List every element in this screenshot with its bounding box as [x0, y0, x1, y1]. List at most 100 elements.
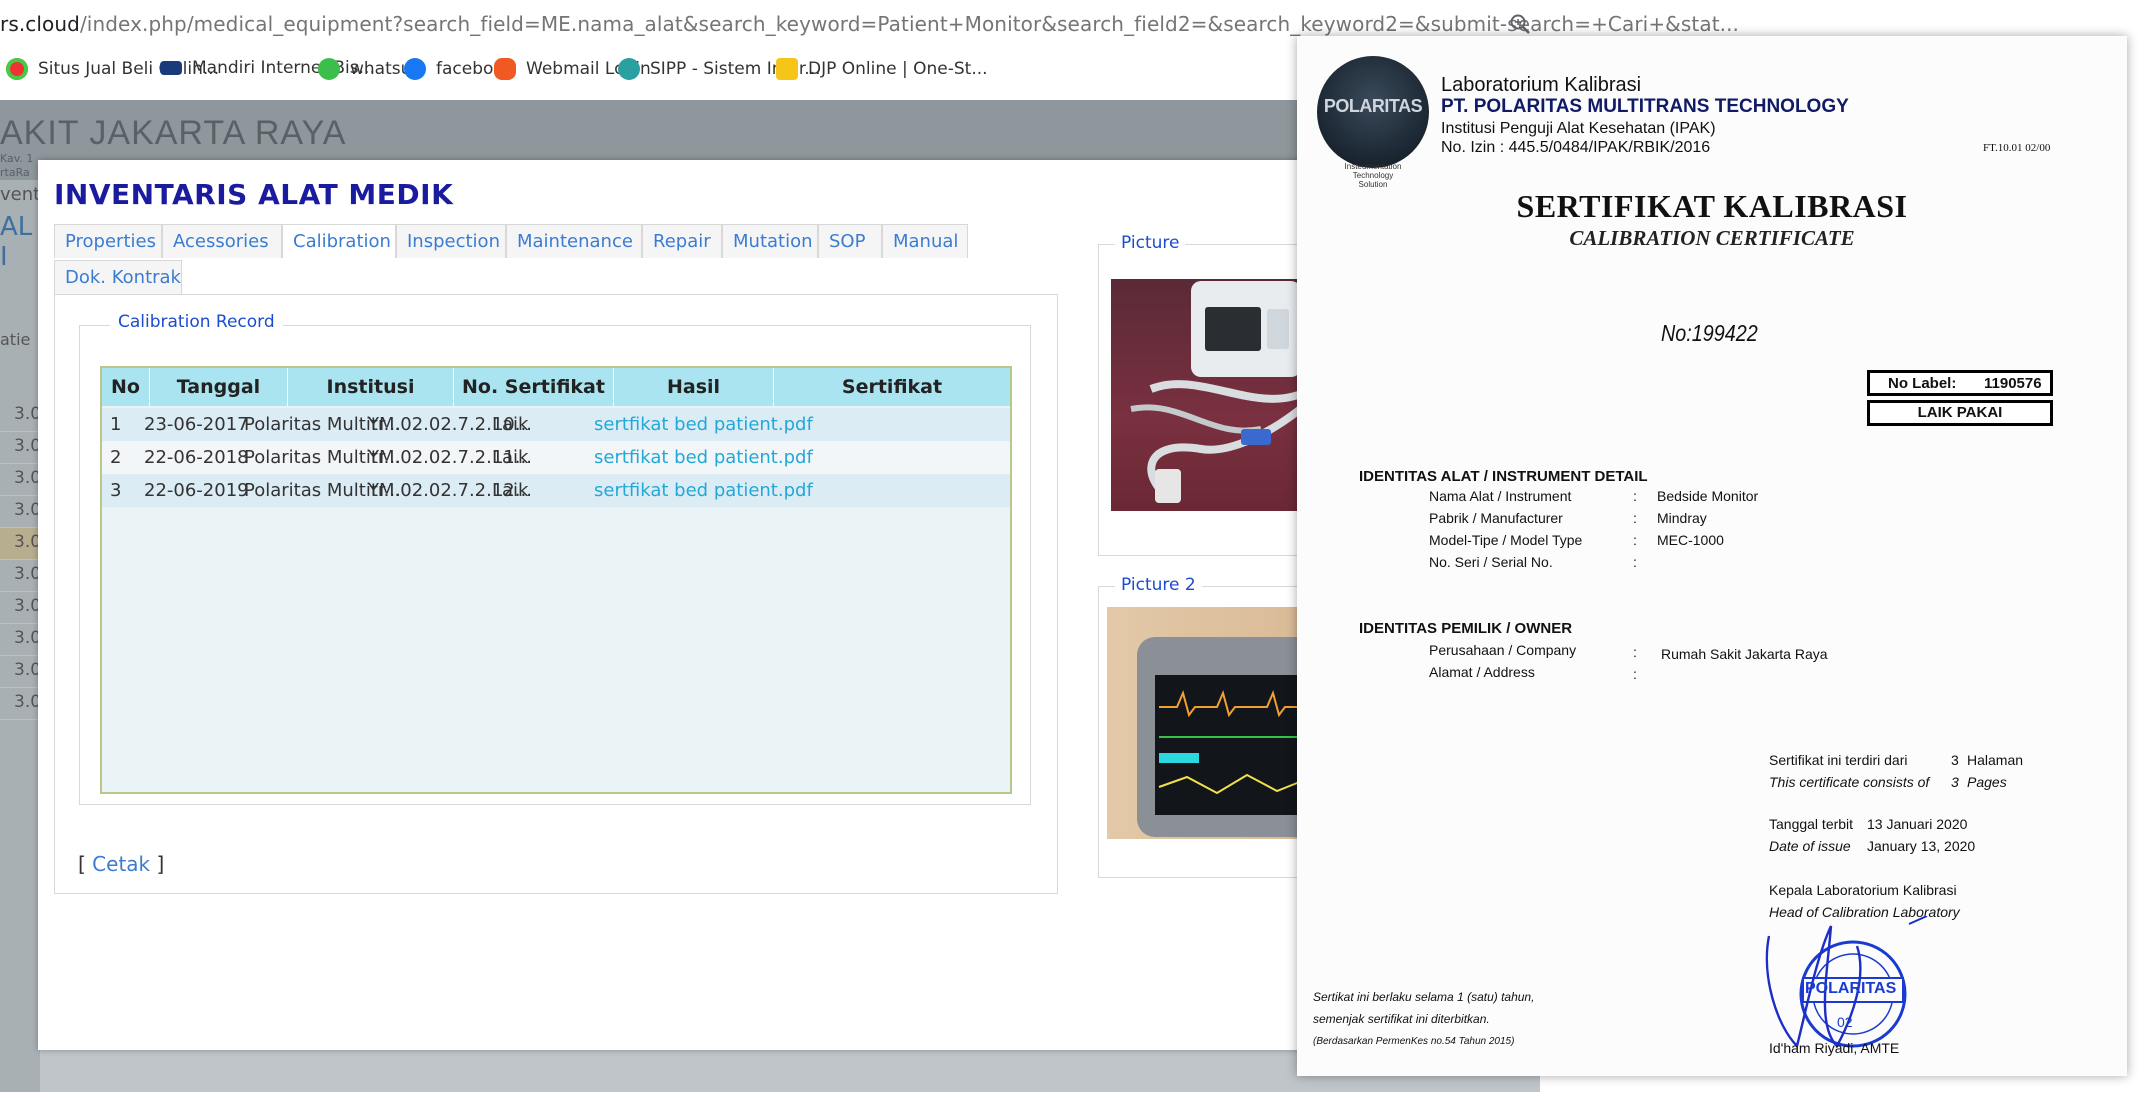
owner-value: Rumah Sakit Jakarta Raya [1661, 646, 1828, 662]
owner-label: Alamat / Address [1429, 664, 1535, 680]
issue-label: Tanggal terbit [1769, 816, 1854, 832]
column-header-hasil[interactable]: Hasil [614, 368, 774, 406]
laik-pakai-box: LAIK PAKAI [1867, 400, 2053, 426]
form-code: FT.10.01 02/00 [1983, 142, 2051, 154]
owner-colon: : [1633, 666, 1637, 682]
certificate-file-link[interactable]: sertfikat bed patient.pdf [586, 474, 826, 507]
table-row[interactable]: 2 22-06-2018 Polaritas Multitr... YM.02.… [102, 441, 1010, 474]
tab-repair[interactable]: Repair [642, 224, 722, 258]
pages-value: 3 [1951, 752, 1959, 768]
detail-label: Model-Tipe / Model Type [1429, 532, 1583, 548]
detail-label: Pabrik / Manufacturer [1429, 510, 1563, 526]
issue-value-en: January 13, 2020 [1867, 838, 1976, 854]
column-header-tanggal[interactable]: Tanggal [150, 368, 288, 406]
url-host: rs.cloud [0, 12, 80, 36]
zoom-icon[interactable] [1508, 12, 1532, 36]
detail-value: Mindray [1657, 510, 1707, 526]
certificate-title: SERTIFIKAT KALIBRASI [1516, 188, 1908, 224]
label-number-box: No Label: 1190576 [1867, 370, 2053, 396]
owner-section-heading: IDENTITAS PEMILIK / OWNER [1359, 620, 1573, 637]
cpanel-icon [494, 58, 516, 80]
calibration-record-fieldset: Calibration Record No Tanggal Institusi … [79, 312, 1031, 805]
certificate-file-link[interactable]: sertfikat bed patient.pdf [586, 408, 826, 441]
tab-inspection[interactable]: Inspection [396, 224, 506, 258]
owner-label: Perusahaan / Company [1429, 642, 1577, 658]
whatsapp-icon [318, 58, 340, 80]
column-header-institusi[interactable]: Institusi [288, 368, 454, 406]
pages-value-en: 3 [1951, 774, 1959, 790]
table-row[interactable]: 1 23-06-2017 Polaritas Multitr... YM.02.… [102, 408, 1010, 441]
logo-tagline: Insteumentation Technology Solution [1321, 162, 1425, 189]
background-side-item: AL I [0, 212, 33, 272]
tab-mutation[interactable]: Mutation [722, 224, 818, 258]
bracket: [ [78, 852, 86, 876]
column-header-sertifikat[interactable]: Sertifikat [774, 368, 1010, 406]
tab-acessories[interactable]: Acessories [162, 224, 282, 258]
table-row[interactable]: 3 22-06-2019 Polaritas Multitr... YM.02.… [102, 474, 1010, 507]
url-path: /index.php/medical_equipment?search_fiel… [79, 12, 1740, 36]
djp-icon [776, 58, 798, 80]
tab-calibration[interactable]: Calibration [282, 224, 396, 258]
modal-title: INVENTARIS ALAT MEDIK [54, 178, 454, 211]
detail-label: Nama Alat / Instrument [1429, 488, 1572, 504]
logo-tagline-line: Technology [1352, 171, 1394, 180]
background-row-value: 3.0 [14, 660, 42, 680]
calibration-record-legend: Calibration Record [110, 312, 283, 332]
instrument-section-heading: IDENTITAS ALAT / INSTRUMENT DETAIL [1359, 468, 1648, 485]
background-row-value: 3.0 [14, 596, 42, 616]
certificate-file-link[interactable]: sertfikat bed patient.pdf [586, 441, 826, 474]
stamp-text: POLARITAS [1805, 980, 1897, 997]
column-header-no-sertifikat[interactable]: No. Sertifikat [454, 368, 614, 406]
validity-text: Sertikat ini berlaku selama 1 (satu) tah… [1313, 990, 1535, 1004]
background-title: AKIT JAKARTA RAYA [0, 114, 347, 152]
certificate-subtitle: CALIBRATION CERTIFICATE [1569, 226, 1855, 250]
background-row-value: 3.0 [14, 532, 42, 552]
background-row-value: 3.0 [14, 404, 42, 424]
issue-label-en: Date of issue [1769, 838, 1851, 854]
lab-name: Laboratorium Kalibrasi [1441, 74, 1642, 96]
url-text[interactable]: rs.cloud/index.php/medical_equipment?sea… [0, 12, 1739, 36]
background-subtitle: Kav. 1 [0, 152, 34, 165]
bookmark-djp[interactable]: DJP Online | One-St... [776, 58, 988, 80]
print-link[interactable]: Cetak [92, 852, 150, 876]
izin-number: No. Izin : 445.5/0484/IPAK/RBIK/2016 [1441, 139, 1711, 156]
background-side-item: atie [0, 330, 31, 349]
logo-tagline-line: Insteumentation [1344, 162, 1402, 171]
bracket: ] [156, 852, 165, 876]
background-subtitle-2: rtaRa [0, 166, 30, 179]
tab-maintenance[interactable]: Maintenance [506, 224, 642, 258]
bookmark-label: DJP Online | One-St... [808, 59, 988, 79]
mandiri-icon [160, 61, 182, 75]
background-row-value: 3.0 [14, 500, 42, 520]
detail-colon: : [1633, 488, 1637, 504]
polaritas-logo: POLARITAS [1317, 56, 1429, 168]
shop-icon [6, 58, 28, 80]
background-row-value: 3.0 [14, 692, 42, 712]
validity-text-2: semenjak sertifikat ini diterbitkan. [1313, 1012, 1490, 1026]
tab-manual[interactable]: Manual [882, 224, 968, 258]
pages-unit: Halaman [1967, 752, 2024, 768]
tab-dok-kontrak[interactable]: Dok. Kontrak [54, 260, 182, 294]
sipp-icon [618, 58, 640, 80]
label-value: 1190576 [1984, 375, 2042, 392]
picture-2-legend: Picture 2 [1115, 575, 1202, 595]
regulation-note: (Berdasarkan PermenKes no.54 Tahun 2015) [1313, 1036, 1515, 1047]
detail-value: Bedside Monitor [1657, 488, 1759, 504]
print-link-wrapper: [ Cetak ] [78, 852, 164, 876]
calibration-panel: Calibration Record No Tanggal Institusi … [54, 294, 1058, 894]
signer-name: Id'ham Riyadi, AMTE [1769, 1040, 1900, 1056]
background-row-value: 3.0 [14, 468, 42, 488]
picture-legend: Picture [1115, 233, 1186, 253]
tab-properties[interactable]: Properties [54, 224, 162, 258]
pages-unit-en: Pages [1967, 774, 2007, 790]
logo-text: POLARITAS [1323, 96, 1423, 116]
calibration-certificate: POLARITAS Insteumentation Technology Sol… [1297, 36, 2127, 1076]
institusi-text: Institusi Penguji Alat Kesehatan (IPAK) [1441, 120, 1716, 137]
detail-colon: : [1633, 554, 1637, 570]
issue-value: 13 Januari 2020 [1867, 816, 1968, 832]
background-row-value: 3.0 [14, 564, 42, 584]
detail-value: MEC-1000 [1657, 532, 1724, 548]
column-header-no[interactable]: No [102, 368, 150, 406]
label-caption: No Label: [1888, 375, 1957, 392]
tab-sop[interactable]: SOP [818, 224, 882, 258]
